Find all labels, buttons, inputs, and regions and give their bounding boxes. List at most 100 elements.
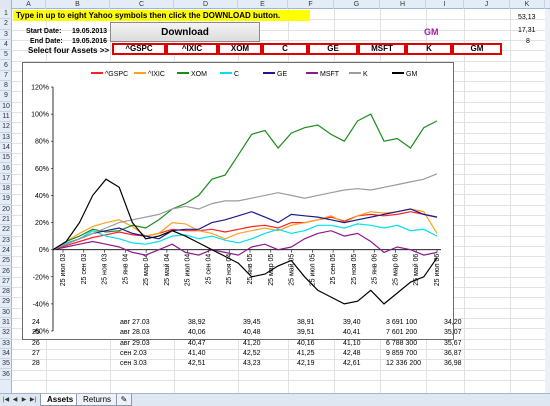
table-cell[interactable]: 40,41 (343, 329, 361, 336)
returns-chart[interactable]: ^GSPC ^IXIC XOM C GE MSFT K GM 120% 100% 80% 60% 40%… (22, 62, 454, 340)
row-header-17[interactable]: 17 (0, 174, 12, 185)
table-cell[interactable]: 41,20 (243, 340, 261, 347)
row-header-27[interactable]: 27 (0, 277, 12, 288)
column-header-a[interactable]: A (12, 0, 46, 9)
row-header-34[interactable]: 34 (0, 349, 12, 360)
row-header-15[interactable]: 15 (0, 153, 12, 164)
table-cell[interactable]: 40,48 (243, 329, 261, 336)
row-header-8[interactable]: 8 (0, 81, 12, 92)
table-cell[interactable]: 27 (32, 350, 40, 357)
row-header-3[interactable]: 3 (0, 30, 12, 40)
k-value-2[interactable]: 17,31 (518, 27, 536, 34)
column-header-h[interactable]: H (380, 0, 426, 9)
prev-sheet-icon[interactable]: ◀ (11, 396, 19, 404)
table-cell[interactable]: 36,98 (444, 360, 462, 367)
first-sheet-icon[interactable]: |◀ (2, 396, 10, 404)
row-header-29[interactable]: 29 (0, 297, 12, 308)
column-header-k[interactable]: K (510, 0, 545, 9)
row-header-36[interactable]: 36 (0, 370, 12, 380)
select-all-corner[interactable] (0, 0, 12, 9)
table-cell[interactable]: 25 (32, 329, 40, 336)
tab-returns[interactable]: Returns (76, 394, 119, 406)
table-cell[interactable]: авг 29.03 (120, 340, 150, 347)
column-header-c[interactable]: C (110, 0, 174, 9)
row-header-28[interactable]: 28 (0, 287, 12, 298)
last-sheet-icon[interactable]: ▶| (29, 396, 37, 404)
symbol-cell-gspc[interactable]: ^GSPC (112, 43, 166, 55)
table-cell[interactable]: 35,67 (444, 340, 462, 347)
column-header-g[interactable]: G (334, 0, 380, 9)
table-cell[interactable]: 42,48 (343, 350, 361, 357)
table-cell[interactable]: 40,06 (188, 329, 206, 336)
row-header-6[interactable]: 6 (0, 61, 12, 71)
column-header-e[interactable]: E (238, 0, 288, 9)
table-cell[interactable]: 6 788 300 (386, 340, 417, 347)
symbol-cell-ge[interactable]: GE (308, 43, 358, 55)
table-cell[interactable]: авг 27.03 (120, 319, 150, 326)
row-header-23[interactable]: 23 (0, 236, 12, 246)
download-button[interactable]: Download (110, 22, 260, 42)
table-cell[interactable]: 42,52 (243, 350, 261, 357)
column-header-i[interactable]: I (426, 0, 464, 9)
table-cell[interactable]: 41,40 (188, 350, 206, 357)
row-header-31[interactable]: 31 (0, 318, 12, 329)
table-cell[interactable]: 42,19 (297, 360, 315, 367)
table-cell[interactable]: 24 (32, 319, 40, 326)
row-header-18[interactable]: 18 (0, 184, 12, 195)
row-header-2[interactable]: 2 (0, 19, 12, 30)
symbol-cell-gm[interactable]: GM (452, 43, 502, 55)
table-cell[interactable]: 38,92 (188, 319, 206, 326)
row-header-12[interactable]: 12 (0, 122, 12, 133)
row-header-10[interactable]: 10 (0, 102, 12, 112)
table-cell[interactable]: 39,51 (297, 329, 315, 336)
table-cell[interactable]: сен 2.03 (120, 350, 147, 357)
k-value-1[interactable]: 53,13 (518, 14, 536, 21)
table-cell[interactable]: 40,16 (297, 340, 315, 347)
new-sheet-icon[interactable]: ✎ (116, 394, 132, 406)
vertical-scrollbar[interactable] (545, 9, 550, 393)
column-header-j[interactable]: J (464, 0, 510, 9)
table-cell[interactable]: 39,45 (243, 319, 261, 326)
table-cell[interactable]: 41,10 (343, 340, 361, 347)
row-header-11[interactable]: 11 (0, 112, 12, 123)
table-cell[interactable]: 28 (32, 360, 40, 367)
row-header-4[interactable]: 4 (0, 40, 12, 51)
row-header-21[interactable]: 21 (0, 215, 12, 226)
row-header-25[interactable]: 25 (0, 256, 12, 267)
table-cell[interactable]: 34,20 (444, 319, 462, 326)
table-cell[interactable]: 3 691 100 (386, 319, 417, 326)
column-header-b[interactable]: B (46, 0, 110, 9)
row-header-26[interactable]: 26 (0, 267, 12, 277)
table-cell[interactable]: сен 3.03 (120, 360, 147, 367)
row-header-24[interactable]: 24 (0, 246, 12, 257)
symbol-cell-msft[interactable]: MSFT (358, 43, 406, 55)
row-header-32[interactable]: 32 (0, 328, 12, 339)
start-date-value[interactable]: 19.05.2013 (72, 28, 107, 35)
next-sheet-icon[interactable]: ▶ (20, 396, 28, 404)
row-header-30[interactable]: 30 (0, 308, 12, 318)
table-cell[interactable]: 9 859 700 (386, 350, 417, 357)
row-header-14[interactable]: 14 (0, 143, 12, 154)
row-header-7[interactable]: 7 (0, 71, 12, 82)
table-cell[interactable]: 38,91 (297, 319, 315, 326)
row-header-20[interactable]: 20 (0, 205, 12, 215)
table-cell[interactable]: 36,87 (444, 350, 462, 357)
symbol-cell-c[interactable]: C (262, 43, 308, 55)
table-cell[interactable]: 35,07 (444, 329, 462, 336)
table-cell[interactable]: 26 (32, 340, 40, 347)
symbol-cell-k[interactable]: K (406, 43, 452, 55)
row-header-9[interactable]: 9 (0, 91, 12, 102)
table-cell[interactable]: 7 601 200 (386, 329, 417, 336)
table-cell[interactable]: 43,23 (243, 360, 261, 367)
row-header-1[interactable]: 1 (0, 9, 12, 20)
table-cell[interactable]: 12 336 200 (386, 360, 421, 367)
table-cell[interactable]: 41,25 (297, 350, 315, 357)
table-cell[interactable]: 42,61 (343, 360, 361, 367)
row-header-5[interactable]: 5 (0, 50, 12, 61)
end-date-value[interactable]: 19.05.2016 (72, 38, 107, 45)
symbol-cell-ixic[interactable]: ^IXIC (166, 43, 218, 55)
row-header-16[interactable]: 16 (0, 164, 12, 174)
row-header-13[interactable]: 13 (0, 133, 12, 143)
table-cell[interactable]: 40,47 (188, 340, 206, 347)
row-header-22[interactable]: 22 (0, 225, 12, 236)
